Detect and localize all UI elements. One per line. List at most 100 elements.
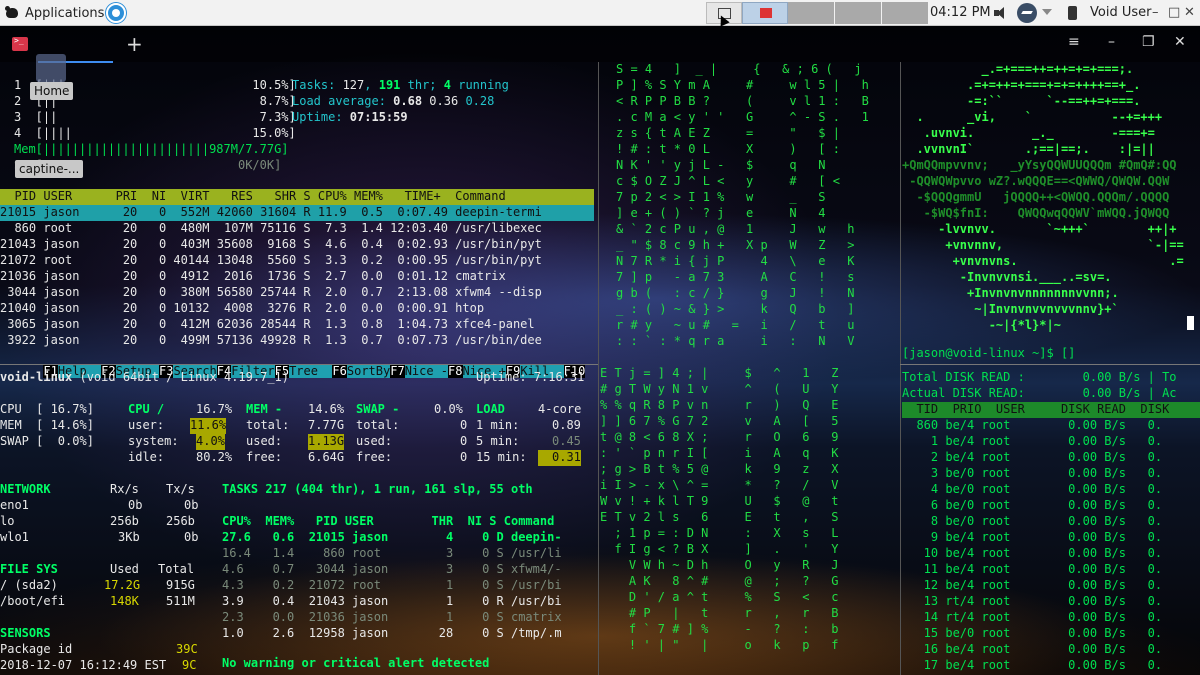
swap-pct: 0.0% [434, 402, 463, 416]
htop-row[interactable]: 21040 jason 20 0 10132 4008 3276 R 2.0 0… [0, 301, 484, 317]
sensor-name: Package id [0, 642, 73, 656]
matrix-line: W v ! + k l T 9 U $ @ t [600, 494, 839, 508]
pane-divider[interactable] [0, 364, 598, 365]
fkey-nice-minus[interactable]: F7 [390, 364, 405, 378]
glances-proc-row[interactable]: 3.9 0.4 21043 jason 1 0 R /usr/bi [222, 594, 562, 610]
iotop-row[interactable]: 860 be/4 root 0.00 B/s 0. [902, 418, 1162, 434]
matrix-line: : ' ` p n r I [ i A q K [600, 446, 839, 460]
iotop-row[interactable]: 4 be/0 root 0.00 B/s 0. [902, 482, 1162, 498]
matrix-line: f I g < ? B X ] . ' Y [600, 542, 839, 556]
iotop-row[interactable]: 13 rt/4 root 0.00 B/s 0. [902, 594, 1162, 610]
pane-divider[interactable] [900, 364, 1200, 365]
iotop-row[interactable]: 16 be/4 root 0.00 B/s 0. [902, 642, 1162, 658]
iotop-row[interactable]: 10 be/4 root 0.00 B/s 0. [902, 546, 1162, 562]
cpu-idle-label: idle: [128, 450, 165, 464]
ascii-line: -$WQ$fnI: QWQQwqQQWV`mWQQ.jQWQQ [902, 206, 1170, 220]
iotop-row[interactable]: 9 be/4 root 0.00 B/s 0. [902, 530, 1162, 546]
battery-icon[interactable] [1068, 6, 1077, 20]
ascii-line: +QmQQmpvvnv; _yYsyQQWUUQQQm #QmQ#:QQ [902, 158, 1177, 172]
htop-table-header[interactable]: PID USER PRI NI VIRT RES SHR S CPU% MEM%… [0, 189, 594, 205]
workspace-4[interactable] [835, 2, 881, 24]
htop-row[interactable]: 21036 jason 20 0 4912 2016 1736 S 2.7 0.… [0, 269, 506, 285]
new-tab-icon[interactable]: + [126, 32, 143, 56]
minimize-icon[interactable]: – [1108, 34, 1115, 50]
ascii-line: -QQWQWpvvo wZ?.wQQQE==<QWWQ/QWQW.QQW [902, 174, 1170, 188]
mem-used-label: used: [246, 434, 283, 448]
matrix-line: z s { t A E Z = " $ | [616, 126, 840, 140]
glances-proc-row[interactable]: 16.4 1.4 860 root 3 0 S /usr/li [222, 546, 562, 562]
iotop-row[interactable]: 2 be/4 root 0.00 B/s 0. [902, 450, 1162, 466]
clock[interactable]: 04:12 PM [930, 5, 991, 20]
htop-row-selected[interactable]: 21015 jason 20 0 552M 42060 31604 R 11.9… [0, 205, 594, 221]
shell-prompt[interactable]: [jason@void-linux ~]$ [] [902, 346, 1075, 362]
terminal-tabbar: + ≡ – ❐ ✕ [0, 26, 1200, 63]
matrix-line: r # y ~ u # = i / t u [616, 318, 855, 332]
void-logo-icon[interactable] [106, 3, 126, 23]
close-all-icon[interactable]: ✕ [1184, 5, 1195, 20]
workspace-5[interactable] [882, 2, 928, 24]
iotop-row[interactable]: 1 be/4 root 0.00 B/s 0. [902, 434, 1162, 450]
iotop-row[interactable]: 15 be/0 root 0.00 B/s 0. [902, 626, 1162, 642]
workspace-3[interactable] [788, 2, 834, 24]
glances-proc-row[interactable]: 4.6 0.7 3044 jason 3 0 S xfwm4/- [222, 562, 562, 578]
fkey-nice-plus[interactable]: F8 [448, 364, 463, 378]
close-icon[interactable]: ✕ [1174, 34, 1186, 50]
iotop-row[interactable]: 12 be/4 root 0.00 B/s 0. [902, 578, 1162, 594]
iotop-row[interactable]: 3 be/0 root 0.00 B/s 0. [902, 466, 1162, 482]
messenger-icon[interactable] [1017, 3, 1037, 23]
ascii-line: -~|{*l}*|~ [902, 318, 1061, 332]
user-menu[interactable]: Void User [1090, 5, 1151, 20]
maximize-icon[interactable]: ❐ [1142, 34, 1155, 50]
home-label[interactable]: Home [30, 82, 74, 100]
glances-proc-row[interactable]: 1.0 2.6 12958 jason 28 0 S /tmp/.m [222, 626, 562, 642]
fkey-sortby[interactable]: F6 [332, 364, 347, 378]
home-folder-icon[interactable] [36, 54, 66, 82]
fs-mount: / (sda2) [0, 578, 58, 592]
chevron-down-icon[interactable] [1042, 9, 1052, 15]
iotop-row[interactable]: 14 rt/4 root 0.00 B/s 0. [902, 610, 1162, 626]
terminal-window: + ≡ – ❐ ✕ 1 [||| 10.5%] 2 [|| 8.7%] 3 [|… [0, 26, 1200, 675]
swap-used-label: used: [356, 434, 393, 448]
htop-load: Load average: 0.68 0.36 0.28 [292, 94, 495, 108]
volume-icon[interactable] [994, 6, 1008, 20]
iotop-row[interactable]: 8 be/0 root 0.00 B/s 0. [902, 514, 1162, 530]
capture-label[interactable]: captine-... [15, 160, 84, 178]
iotop-row[interactable]: 17 be/4 root 0.00 B/s 0. [902, 658, 1162, 674]
load-15-label: 15 min: [476, 450, 527, 464]
terminal-icon[interactable] [12, 36, 28, 51]
matrix-line: # P | t r , r B [600, 606, 839, 620]
cpu-user-value: 11.6% [190, 418, 227, 434]
glances-proc-row[interactable]: 27.6 0.6 21015 jason 4 0 D deepin- [222, 530, 562, 546]
xfce-mouse-icon [4, 6, 20, 20]
ascii-line: +vnvnvns. .= [902, 254, 1184, 268]
htop-row[interactable]: 21043 jason 20 0 403M 35608 9168 S 4.6 0… [0, 237, 542, 253]
matrix-line: f ` 7 # ] % - ? : b [600, 622, 839, 636]
htop-row[interactable]: 21072 root 20 0 40144 13048 5560 S 3.3 0… [0, 253, 542, 269]
matrix-line: i I > - x \ ^ = * ? / V [600, 478, 839, 492]
glances-proc-row[interactable]: 2.3 0.0 21036 jason 1 0 S cmatrix [222, 610, 562, 626]
iotop-total-read: Total DISK READ : 0.00 B/s | To [902, 370, 1177, 384]
htop-mem: Mem[|||||||||||||||||||||||987M/7.77G] [14, 142, 289, 156]
matrix-line: % % q R 8 P v n r ) Q E [600, 398, 839, 412]
cpu-title: CPU / [128, 402, 165, 416]
glances-uptime: Uptime: 7:16:31 [476, 370, 585, 384]
applications-menu[interactable]: Applications [4, 3, 104, 23]
htop-row[interactable]: 3044 jason 20 0 380M 56580 25744 R 2.0 0… [0, 285, 542, 301]
filesys-used-header: Used [110, 562, 139, 576]
matrix-line: 7 ] p - a 7 3 A C ! s [616, 270, 855, 284]
matrix-line: # g T W y N 1 v ^ ( U Y [600, 382, 839, 396]
iotop-row[interactable]: 6 be/0 root 0.00 B/s 0. [902, 498, 1162, 514]
minimize-all-icon[interactable]: – [1152, 5, 1159, 20]
pane-divider[interactable] [900, 62, 901, 675]
hamburger-menu-icon[interactable]: ≡ [1068, 34, 1080, 50]
htop-row[interactable]: 860 root 20 0 480M 107M 75116 S 7.3 1.4 … [0, 221, 541, 237]
workspace-2[interactable] [742, 2, 788, 24]
mem-pct: 14.6% [308, 402, 345, 416]
glances-swap-bar: SWAP [ 0.0%] [0, 434, 94, 448]
htop-row[interactable]: 3065 jason 20 0 412M 62036 28544 R 1.3 0… [0, 317, 534, 333]
iotop-header[interactable]: TID PRIO USER DISK READ DISK [902, 402, 1200, 418]
maximize-all-icon[interactable]: □ [1168, 5, 1180, 20]
iotop-row[interactable]: 11 be/4 root 0.00 B/s 0. [902, 562, 1162, 578]
glances-proc-row[interactable]: 4.3 0.2 21072 root 1 0 S /usr/bi [222, 578, 562, 594]
pane-divider[interactable] [598, 62, 599, 675]
